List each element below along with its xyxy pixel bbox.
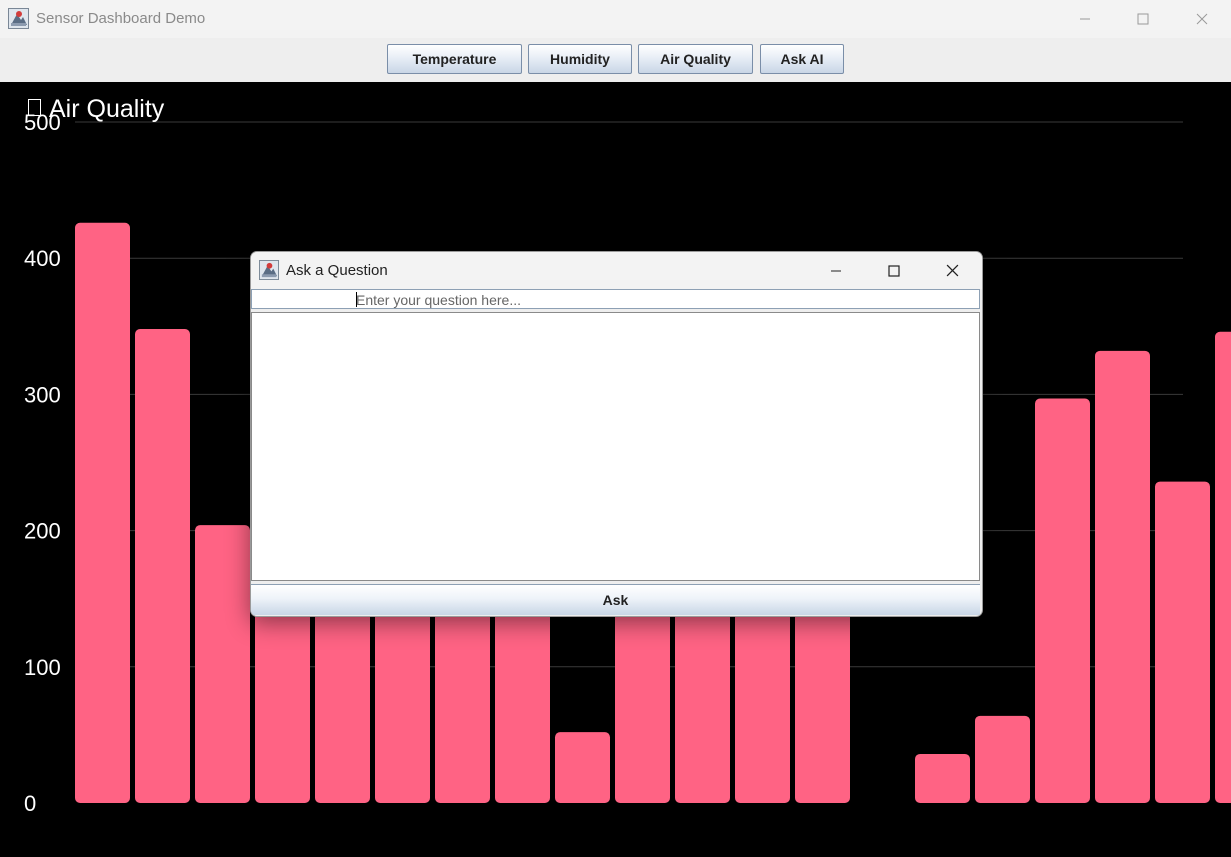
bar [795,612,850,803]
ask-question-dialog: Ask a Question Enter your question here.… [250,251,983,617]
chart-title-text: Air Quality [49,95,165,123]
bar [975,715,1030,803]
bar [1215,331,1231,803]
dialog-maximize-button[interactable] [865,252,923,289]
bar [1155,481,1210,803]
bar [75,222,130,804]
bar [315,612,370,803]
bar [915,753,970,803]
question-placeholder: Enter your question here... [356,292,521,308]
close-icon [1196,13,1208,25]
dialog-title: Ask a Question [286,262,388,279]
y-tick-label: 400 [24,246,61,271]
bar [1035,398,1090,803]
java-app-icon [259,260,279,280]
bar [375,612,430,803]
missing-glyph-icon [28,99,41,116]
answer-textarea[interactable] [251,312,980,581]
y-tick-label: 300 [24,382,61,407]
bar [135,329,190,803]
minimize-icon [1080,18,1090,20]
window-title: Sensor Dashboard Demo [36,10,206,27]
y-tick-label: 200 [24,519,61,544]
java-app-icon [8,8,29,29]
bar [735,612,790,803]
toolbar: Temperature Humidity Air Quality Ask AI [0,38,1231,82]
bar [195,525,250,803]
window-titlebar: Sensor Dashboard Demo [0,0,1231,39]
y-tick-label: 0 [24,791,36,816]
close-icon [946,264,958,277]
bar [255,612,310,803]
bar [555,732,610,803]
bar [435,612,490,803]
bar [1095,350,1150,803]
question-input[interactable]: Enter your question here... [251,289,980,309]
humidity-button[interactable]: Humidity [528,44,632,74]
close-button[interactable] [1173,0,1231,38]
maximize-button[interactable] [1114,0,1172,38]
temperature-button[interactable]: Temperature [387,44,522,74]
minimize-icon [831,270,841,271]
y-tick-label: 100 [24,655,61,680]
bar [495,612,550,803]
dialog-titlebar: Ask a Question [251,252,982,289]
chart-title: Air Quality [28,95,164,124]
ask-button[interactable]: Ask [251,584,980,615]
dialog-close-button[interactable] [923,252,981,289]
ask-ai-button[interactable]: Ask AI [760,44,844,74]
maximize-icon [1137,13,1149,25]
text-caret [356,292,357,307]
air-quality-button[interactable]: Air Quality [638,44,753,74]
bar [675,612,730,803]
maximize-icon [888,264,900,277]
dialog-minimize-button[interactable] [807,252,865,289]
main-window: Sensor Dashboard Demo Temperature Humidi… [0,0,1231,857]
minimize-button[interactable] [1056,0,1114,38]
bar [615,612,670,803]
